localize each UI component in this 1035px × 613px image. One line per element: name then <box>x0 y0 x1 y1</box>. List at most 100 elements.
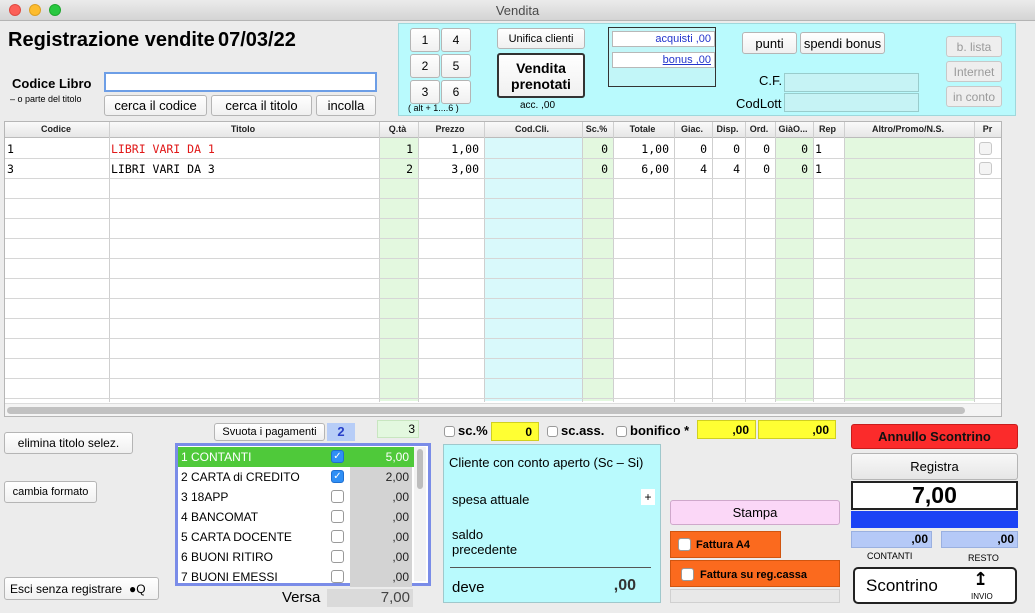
sales-table[interactable]: 1 LIBRI VARI DA 1 1 1,00 0 1,00 0 0 0 0 1 3 LIBRI VA… <box>4 121 1002 417</box>
elimina-titolo-button[interactable]: elimina titolo selez. <box>4 432 133 454</box>
in-conto-button[interactable]: in conto <box>946 86 1002 107</box>
cell-totale[interactable]: 1,00 <box>615 139 673 159</box>
col-header-qta[interactable]: Q.tà <box>378 122 417 137</box>
payment-value[interactable]: ,00 <box>350 567 412 587</box>
quick-key-6[interactable]: 6 <box>441 80 471 104</box>
cell-giac[interactable]: 4 <box>676 159 711 179</box>
quick-key-1[interactable]: 1 <box>410 28 440 52</box>
vendita-prenotati-button[interactable]: Vendita prenotati <box>497 53 585 98</box>
cerca-codice-button[interactable]: cerca il codice <box>104 95 207 116</box>
payment-row[interactable]: 3 18APP ,00 <box>178 487 414 507</box>
cell-rep[interactable]: 1 <box>815 139 843 159</box>
bonus-link[interactable]: bonus ,00 <box>612 52 715 68</box>
incolla-button[interactable]: incolla <box>316 95 376 116</box>
payment-row[interactable]: 4 BANCOMAT ,00 <box>178 507 414 527</box>
payment-value[interactable]: ,00 <box>350 547 412 567</box>
bonifico-checkbox[interactable] <box>616 426 627 437</box>
fattura-reg-cassa-option[interactable]: Fattura su reg.cassa <box>670 560 840 587</box>
col-header-pr[interactable]: Pr <box>973 122 1002 137</box>
cell-titolo[interactable]: LIBRI VARI DA 1 <box>111 139 378 159</box>
col-header-titolo[interactable]: Titolo <box>108 122 378 137</box>
punti-button[interactable]: punti <box>742 32 797 54</box>
col-header-sc[interactable]: Sc.% <box>581 122 612 137</box>
cell-qta[interactable]: 1 <box>381 139 417 159</box>
payment-checkbox[interactable] <box>331 570 344 583</box>
cell-codcli[interactable] <box>486 159 581 179</box>
cell-sc[interactable]: 0 <box>584 159 612 179</box>
row-pr-checkbox[interactable] <box>979 162 992 175</box>
sc-percent-value[interactable]: 0 <box>491 422 539 441</box>
cell-disp[interactable]: 4 <box>714 159 744 179</box>
payment-value[interactable]: ,00 <box>350 527 412 547</box>
cell-codice[interactable]: 3 <box>7 159 108 179</box>
scrollbar-thumb[interactable] <box>7 407 965 414</box>
registra-button[interactable]: Registra <box>851 453 1018 480</box>
payment-checkbox[interactable] <box>331 490 344 503</box>
bonifico-value-1[interactable]: ,00 <box>697 420 756 439</box>
payment-checkbox[interactable] <box>331 510 344 523</box>
payment-scrollbar[interactable] <box>414 447 426 581</box>
payment-row[interactable]: 1 CONTANTI ✓ 5,00 <box>178 447 414 467</box>
col-header-codcli[interactable]: Cod.Cli. <box>483 122 581 137</box>
payment-checkbox[interactable] <box>331 550 344 563</box>
cell-giao[interactable]: 0 <box>777 159 812 179</box>
cell-codcli[interactable] <box>486 139 581 159</box>
payment-row[interactable]: 7 BUONI EMESSI ,00 <box>178 567 414 587</box>
svuota-pagamenti-button[interactable]: Svuota i pagamenti <box>214 423 325 441</box>
sc-percent-checkbox[interactable] <box>444 426 455 437</box>
cell-codice[interactable]: 1 <box>7 139 108 159</box>
table-row[interactable]: 1 LIBRI VARI DA 1 1 1,00 0 1,00 0 0 0 0 1 <box>5 139 1001 159</box>
b-lista-button[interactable]: b. lista <box>946 36 1002 57</box>
col-header-altro[interactable]: Altro/Promo/N.S. <box>843 122 973 137</box>
quick-key-4[interactable]: 4 <box>441 28 471 52</box>
payment-value[interactable]: 5,00 <box>350 447 412 467</box>
payment-row[interactable]: 5 CARTA DOCENTE ,00 <box>178 527 414 547</box>
cell-ord[interactable]: 0 <box>747 159 774 179</box>
cambia-formato-button[interactable]: cambia formato <box>4 481 97 503</box>
col-header-disp[interactable]: Disp. <box>711 122 744 137</box>
cell-giao[interactable]: 0 <box>777 139 812 159</box>
quick-key-2[interactable]: 2 <box>410 54 440 78</box>
esci-senza-registrare-button[interactable]: Esci senza registrare ●Q <box>4 577 159 600</box>
codlott-input[interactable] <box>784 93 919 112</box>
cell-giac[interactable]: 0 <box>676 139 711 159</box>
cerca-titolo-button[interactable]: cerca il titolo <box>211 95 312 116</box>
cell-prezzo[interactable]: 3,00 <box>420 159 483 179</box>
internet-button[interactable]: Internet <box>946 61 1002 82</box>
col-header-codice[interactable]: Codice <box>4 122 108 137</box>
cell-ord[interactable]: 0 <box>747 139 774 159</box>
fattura-a4-checkbox[interactable] <box>678 538 691 551</box>
scontrino-button[interactable]: Scontrino ↥ INVIO <box>853 567 1017 604</box>
payment-value[interactable]: ,00 <box>350 507 412 527</box>
payment-checkbox[interactable]: ✓ <box>331 470 344 483</box>
bonifico-value-2[interactable]: ,00 <box>758 420 836 439</box>
payment-scrollbar-thumb[interactable] <box>417 449 423 489</box>
row-pr-checkbox[interactable] <box>979 142 992 155</box>
cell-rep[interactable]: 1 <box>815 159 843 179</box>
payment-row[interactable]: 2 CARTA di CREDITO ✓ 2,00 <box>178 467 414 487</box>
cell-altro[interactable] <box>846 159 973 179</box>
cf-input[interactable] <box>784 73 919 92</box>
payment-value[interactable]: 2,00 <box>350 467 412 487</box>
payment-checkbox[interactable]: ✓ <box>331 450 344 463</box>
stampa-button[interactable]: Stampa <box>670 500 840 525</box>
cell-altro[interactable] <box>846 139 973 159</box>
spendi-bonus-button[interactable]: spendi bonus <box>800 32 885 54</box>
col-header-totale[interactable]: Totale <box>612 122 673 137</box>
cell-prezzo[interactable]: 1,00 <box>420 139 483 159</box>
annullo-scontrino-button[interactable]: Annullo Scontrino <box>851 424 1018 449</box>
spesa-plus-button[interactable]: + <box>641 489 655 505</box>
col-header-giao[interactable]: GiàO... <box>774 122 812 137</box>
fattura-reg-cassa-checkbox[interactable] <box>681 568 694 581</box>
zoom-window-button[interactable] <box>49 4 61 16</box>
codice-libro-input[interactable] <box>104 72 377 92</box>
col-header-rep[interactable]: Rep <box>812 122 843 137</box>
col-header-giac[interactable]: Giac. <box>673 122 711 137</box>
cell-totale[interactable]: 6,00 <box>615 159 673 179</box>
unifica-clienti-button[interactable]: Unifica clienti <box>497 28 585 49</box>
table-row[interactable]: 3 LIBRI VARI DA 3 2 3,00 0 6,00 4 4 0 0 1 <box>5 159 1001 179</box>
cell-qta[interactable]: 2 <box>381 159 417 179</box>
cell-sc[interactable]: 0 <box>584 139 612 159</box>
cell-titolo[interactable]: LIBRI VARI DA 3 <box>111 159 378 179</box>
quick-key-5[interactable]: 5 <box>441 54 471 78</box>
